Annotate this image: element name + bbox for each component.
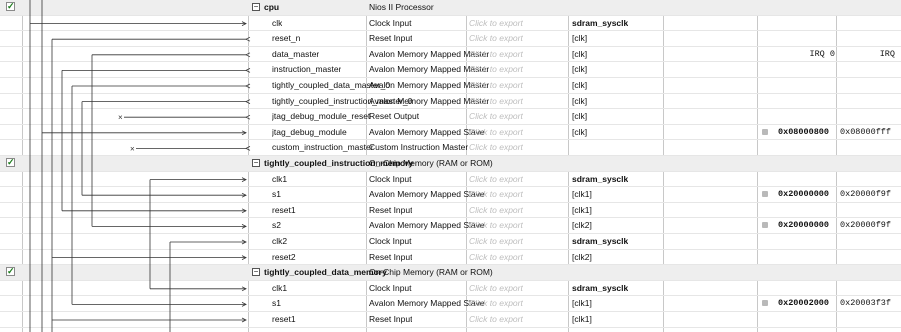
connections-panel[interactable]: ×× bbox=[0, 0, 901, 332]
arrow-icon bbox=[245, 52, 251, 58]
arrow-icon bbox=[245, 99, 251, 104]
arrow-icon bbox=[245, 146, 251, 151]
arrow-icon bbox=[245, 114, 251, 120]
unconnected-icon: × bbox=[130, 144, 135, 153]
arrow-icon bbox=[245, 83, 251, 89]
arrow-icon bbox=[245, 36, 251, 42]
unconnected-icon: × bbox=[118, 113, 123, 122]
system-contents-table: ✓ − cpu Nios II Processor clk Clock Input Clic… bbox=[0, 0, 901, 332]
arrow-icon bbox=[245, 68, 251, 73]
